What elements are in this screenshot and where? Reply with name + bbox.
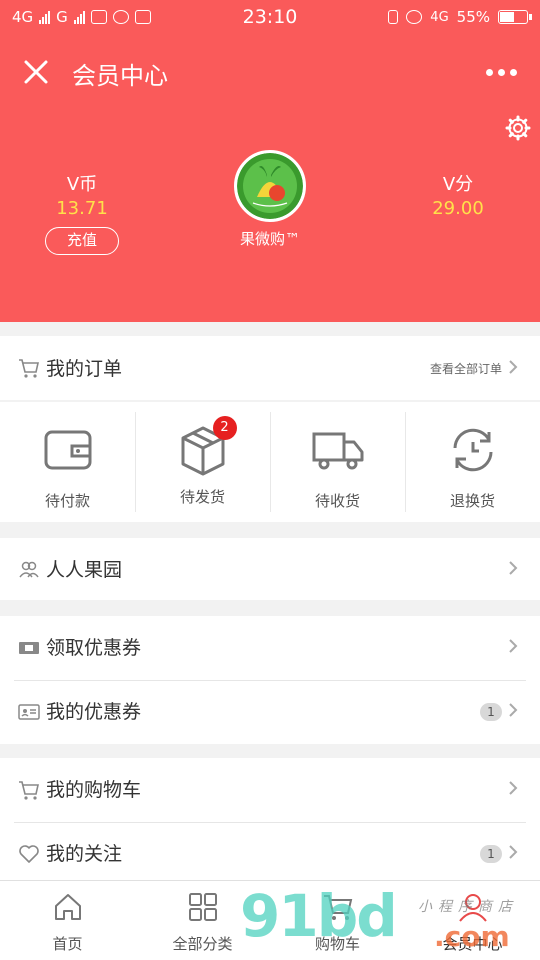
chevron-right-icon bbox=[509, 781, 518, 795]
order-state-label: 待发货 bbox=[179, 488, 225, 506]
my-coupons-row[interactable]: 我的优惠券 1 bbox=[0, 680, 540, 744]
vibrate-icon bbox=[388, 10, 399, 24]
box-icon-wrap: 2 bbox=[177, 416, 237, 476]
cart-follow-group: 我的购物车 我的关注 1 bbox=[0, 758, 540, 880]
vpoint-value: 29.00 bbox=[432, 198, 484, 219]
vpoint-block: V分 29.00 bbox=[416, 170, 500, 219]
member-header: 会员中心 V币 13.71 充值 果微购™ V分 29.00 bbox=[0, 36, 540, 322]
battery-percent: 55% bbox=[456, 8, 490, 26]
settings-gear-icon[interactable] bbox=[504, 114, 532, 142]
people-icon bbox=[19, 561, 39, 578]
vcoin-block: V币 13.71 充值 bbox=[40, 170, 124, 255]
grid-icon bbox=[188, 893, 217, 921]
chevron-right-icon bbox=[509, 639, 518, 653]
close-icon[interactable] bbox=[20, 56, 52, 88]
order-state-label: 待付款 bbox=[44, 492, 90, 510]
heart-icon bbox=[19, 845, 39, 863]
battery-icon bbox=[498, 10, 532, 24]
watermark-domain: .com bbox=[434, 920, 510, 953]
vcoin-value: 13.71 bbox=[56, 198, 108, 219]
order-state-label: 待收货 bbox=[314, 492, 360, 510]
shop-name: 果微购™ bbox=[239, 230, 300, 248]
my-coupons-label: 我的优惠券 bbox=[46, 701, 142, 723]
more-menu-icon[interactable] bbox=[486, 64, 522, 80]
coupons-group: 领取优惠券 我的优惠券 1 bbox=[0, 616, 540, 744]
notification-badge: 2 bbox=[212, 416, 237, 440]
my-follow-label: 我的关注 bbox=[46, 843, 123, 865]
orchard-label: 人人果园 bbox=[46, 559, 123, 581]
my-cart-row[interactable]: 我的购物车 bbox=[0, 758, 540, 822]
order-state-unpaid[interactable]: 待付款 bbox=[0, 402, 135, 522]
exchange-icon bbox=[453, 428, 492, 472]
order-status-grid: 待付款 2 待发货 待收货 退换货 bbox=[0, 402, 540, 522]
order-state-to-ship[interactable]: 2 待发货 bbox=[135, 402, 270, 522]
vpoint-label: V分 bbox=[442, 174, 474, 195]
cart-icon bbox=[19, 781, 39, 800]
status-bar: 4G G 23:10 4G 55% bbox=[0, 0, 540, 36]
cart-icon bbox=[19, 359, 39, 378]
wallet-icon bbox=[44, 430, 91, 470]
follow-count-badge: 1 bbox=[480, 845, 502, 863]
order-state-return[interactable]: 退换货 bbox=[405, 402, 540, 522]
page-title: 会员中心 bbox=[72, 62, 168, 90]
status-right: 4G 55% bbox=[388, 8, 532, 26]
chevron-right-icon bbox=[509, 703, 518, 717]
watermark-logo: 91bd bbox=[240, 882, 398, 950]
order-state-to-receive[interactable]: 待收货 bbox=[270, 402, 405, 522]
order-state-label: 退换货 bbox=[449, 492, 495, 510]
orchard-row[interactable]: 人人果园 bbox=[0, 538, 540, 600]
truck-icon bbox=[312, 432, 363, 470]
shop-avatar[interactable] bbox=[234, 150, 306, 222]
coupon-count-badge: 1 bbox=[480, 703, 502, 721]
chevron-right-icon bbox=[509, 561, 518, 575]
nav-home[interactable]: 首页 bbox=[0, 881, 135, 960]
alarm-icon bbox=[406, 10, 423, 24]
get-coupons-label: 领取优惠券 bbox=[46, 637, 142, 659]
my-cart-label: 我的购物车 bbox=[46, 779, 142, 801]
fruit-logo-icon bbox=[237, 153, 303, 219]
nav-label: 首页 bbox=[52, 935, 83, 953]
my-orders-label: 我的订单 bbox=[46, 358, 123, 380]
shop-avatar-block: 果微购™ bbox=[225, 150, 315, 249]
chevron-right-icon bbox=[509, 845, 518, 859]
coupon-ticket-icon bbox=[19, 642, 39, 654]
id-card-icon bbox=[18, 704, 40, 720]
chevron-right-icon bbox=[509, 360, 518, 374]
network-label-3: 4G bbox=[430, 9, 449, 25]
home-icon bbox=[54, 894, 81, 920]
recharge-button[interactable]: 充值 bbox=[45, 227, 119, 255]
my-orders-row[interactable]: 我的订单 查看全部订单 bbox=[0, 336, 540, 400]
view-all-orders-link[interactable]: 查看全部订单 bbox=[430, 360, 502, 377]
get-coupons-row[interactable]: 领取优惠券 bbox=[0, 616, 540, 680]
vcoin-label: V币 bbox=[66, 174, 98, 195]
watermark-caption: 小程序商店 bbox=[418, 899, 518, 915]
my-follow-row[interactable]: 我的关注 1 bbox=[0, 822, 540, 880]
